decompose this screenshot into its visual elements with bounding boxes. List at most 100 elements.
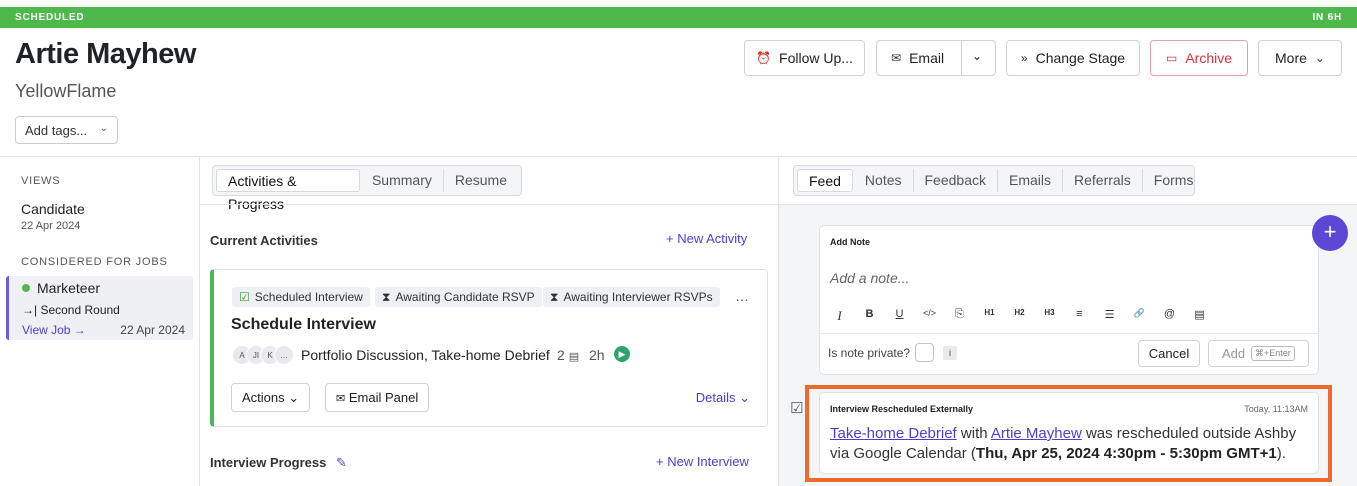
- actions-dropdown[interactable]: Actions ⌄: [231, 383, 311, 412]
- email-label[interactable]: Email: [909, 50, 944, 66]
- candidate-link[interactable]: Artie Mayhew: [991, 425, 1082, 442]
- stage-arrow-icon: →|: [22, 303, 41, 317]
- status-bar: SCHEDULED IN 6H: [0, 7, 1357, 28]
- view-candidate-date: 22 Apr 2024: [21, 220, 81, 232]
- jobs-heading: CONSIDERED FOR JOBS: [21, 256, 168, 268]
- change-stage-button[interactable]: » Change Stage: [1006, 40, 1140, 76]
- activity-card: ☑ Scheduled Interview ⧗ Awaiting Candidate…: [210, 269, 768, 427]
- job-stage-label: Second Round: [40, 303, 120, 317]
- middle-tab-divider: [200, 204, 778, 205]
- middle-tabs: Activities & Progress Summary Resume: [212, 165, 522, 212]
- code-icon[interactable]: </>: [922, 308, 937, 324]
- tab-emails[interactable]: Emails: [998, 169, 1063, 192]
- interview-link[interactable]: Take-home Debrief: [830, 425, 957, 442]
- bullet-list-icon[interactable]: ☰: [1102, 308, 1117, 324]
- details-label: Details: [695, 390, 736, 405]
- status-time: IN 6H: [1312, 12, 1342, 23]
- job-status-dot: [22, 284, 30, 292]
- details-toggle[interactable]: Details ⌄: [696, 390, 750, 406]
- private-label: Is note private?: [828, 346, 911, 360]
- change-stage-label: Change Stage: [1035, 50, 1126, 66]
- views-heading: VIEWS: [21, 175, 61, 187]
- follow-up-button[interactable]: ⏰ Follow Up...: [744, 40, 865, 76]
- info-icon[interactable]: i: [943, 346, 957, 360]
- email-panel-label: Email Panel: [348, 390, 419, 405]
- cancel-button[interactable]: Cancel: [1138, 340, 1200, 367]
- chip-scheduled-interview: ☑ Scheduled Interview: [232, 287, 370, 307]
- follow-up-label: Follow Up...: [779, 50, 853, 66]
- job-title: Marketeer: [37, 280, 101, 296]
- chevron-down-icon: ⌄: [1314, 51, 1325, 65]
- attachment-icon[interactable]: ▤: [1192, 308, 1207, 324]
- note-input[interactable]: Add a note...: [830, 270, 909, 286]
- tab-notes[interactable]: Notes: [854, 169, 914, 192]
- add-note-heading: Add Note: [830, 237, 870, 247]
- event-text: with: [956, 425, 991, 442]
- sidebar-divider: [199, 157, 200, 486]
- event-heading: Interview Rescheduled Externally: [830, 404, 974, 414]
- interview-count: 2: [557, 347, 565, 363]
- header-divider: [0, 156, 1357, 157]
- interview-meta: 2 ▤ 2h: [557, 347, 605, 363]
- right-tabs: Feed Notes Feedback Emails Referrals For…: [793, 165, 1195, 196]
- chevron-down-icon: ⌄: [288, 390, 300, 405]
- more-button[interactable]: More ⌄: [1258, 40, 1342, 76]
- tab-summary[interactable]: Summary: [361, 169, 444, 192]
- job-stage: →| Second Round: [22, 303, 120, 317]
- code-block-icon[interactable]: ⎘: [952, 308, 967, 324]
- clipboard-icon: ▤: [568, 351, 580, 363]
- interviewer-avatars[interactable]: A JI K …: [232, 345, 294, 365]
- email-panel-button[interactable]: ✉ Email Panel: [325, 383, 430, 412]
- add-note-button[interactable]: Add ⌘+Enter: [1208, 340, 1309, 367]
- archive-button[interactable]: ▭ Archive: [1150, 40, 1248, 76]
- chip-label: Awaiting Interviewer RSVPs: [563, 290, 713, 304]
- tab-referrals[interactable]: Referrals: [1063, 169, 1143, 192]
- tab-feedback[interactable]: Feedback: [914, 169, 998, 192]
- chip-label: Scheduled Interview: [254, 290, 363, 304]
- event-time: Today, 11:13AM: [1244, 404, 1308, 414]
- tab-forms[interactable]: Forms: [1143, 169, 1205, 192]
- tab-feed[interactable]: Feed: [797, 169, 853, 192]
- email-options-chevron-icon[interactable]: ⌄: [972, 49, 982, 63]
- view-candidate[interactable]: Candidate: [21, 201, 85, 217]
- feed-event-card: Interview Rescheduled Externally Today, …: [819, 392, 1319, 474]
- tab-activities-progress[interactable]: Activities & Progress: [216, 169, 360, 212]
- add-tags-dropdown[interactable]: Add tags... ⌄: [15, 116, 118, 144]
- heading3-icon[interactable]: H3: [1042, 308, 1057, 324]
- chip-label: Awaiting Candidate RSVP: [395, 290, 535, 304]
- candidate-name: Artie Mayhew: [15, 38, 196, 70]
- envelope-icon: ✉: [891, 51, 902, 65]
- archive-icon: ▭: [1165, 51, 1178, 65]
- new-activity-link[interactable]: + New Activity: [666, 231, 747, 246]
- view-job-link[interactable]: View Job →: [22, 323, 86, 337]
- note-toolbar: I B U </> ⎘ H1 H2 H3 ≡ ☰ 🔗 @ ▤: [832, 308, 1207, 324]
- fab-add-button[interactable]: +: [1312, 215, 1348, 251]
- note-footer-divider: [820, 333, 1318, 334]
- tab-resume[interactable]: Resume: [444, 169, 518, 192]
- email-button-group: ✉ Email ⌄: [876, 40, 996, 76]
- archive-label: Archive: [1185, 50, 1233, 66]
- new-interview-link[interactable]: + New Interview: [656, 454, 749, 469]
- interview-duration: 2h: [588, 347, 605, 363]
- interview-names: Portfolio Discussion, Take-home Debrief: [301, 347, 550, 363]
- underline-icon[interactable]: U: [892, 308, 907, 324]
- heading2-icon[interactable]: H2: [1012, 308, 1027, 324]
- add-note-box: Add Note Add a note... I B U </> ⎘ H1 H2…: [819, 225, 1319, 375]
- job-date: 22 Apr 2024: [120, 323, 185, 337]
- heading1-icon[interactable]: H1: [982, 308, 997, 324]
- job-card[interactable]: Marketeer →| Second Round View Job → 22 …: [6, 276, 193, 340]
- ordered-list-icon[interactable]: ≡: [1072, 308, 1087, 324]
- more-label: More: [1275, 50, 1307, 66]
- activity-title: Schedule Interview: [231, 316, 376, 333]
- event-datetime: Thu, Apr 25, 2024 4:30pm - 5:30pm GMT+1: [975, 445, 1277, 462]
- mention-icon[interactable]: @: [1162, 308, 1177, 324]
- status-label: SCHEDULED: [15, 12, 85, 23]
- chevron-down-icon: ⌄: [99, 123, 108, 134]
- private-checkbox[interactable]: [915, 343, 934, 362]
- italic-icon[interactable]: I: [832, 308, 847, 324]
- bold-icon[interactable]: B: [862, 308, 877, 324]
- add-tags-label: Add tags...: [25, 123, 88, 138]
- pencil-icon[interactable]: ✎: [336, 455, 347, 470]
- link-icon[interactable]: 🔗: [1132, 308, 1147, 324]
- more-options-icon[interactable]: …: [735, 288, 749, 304]
